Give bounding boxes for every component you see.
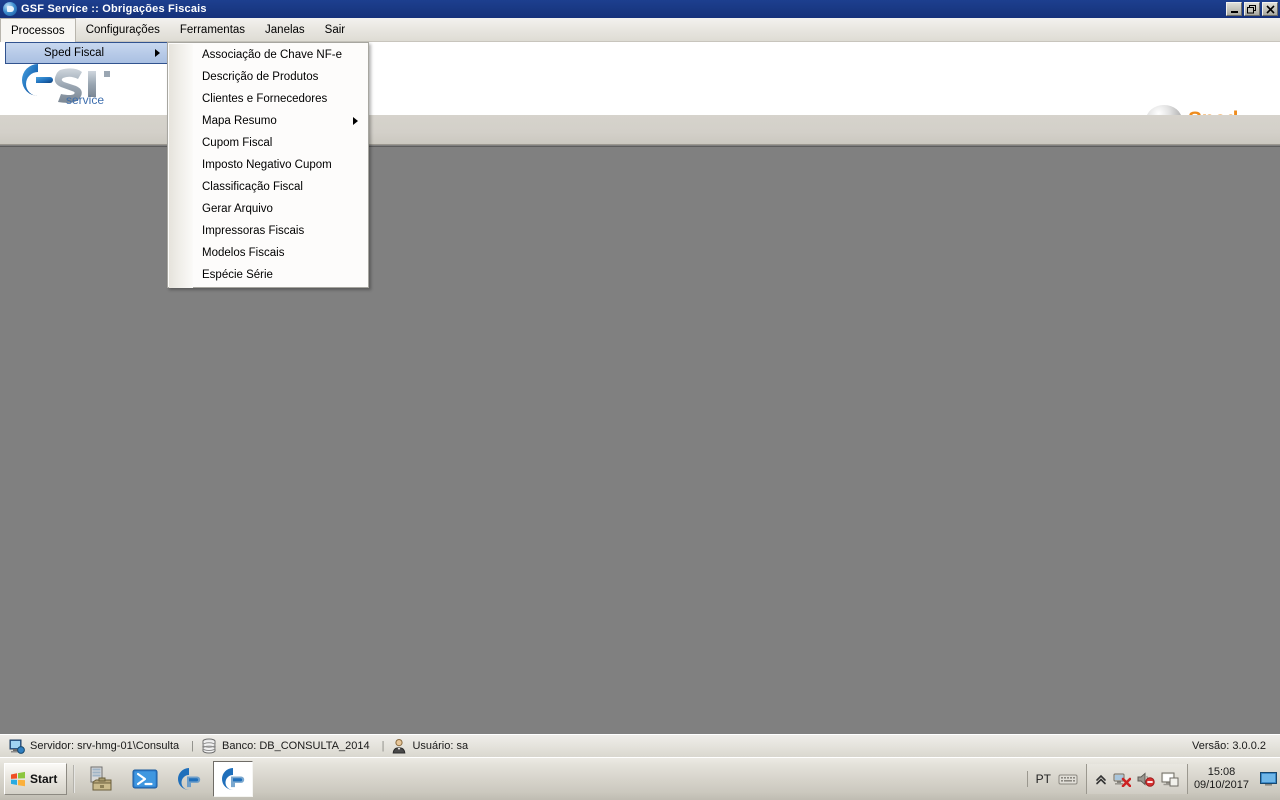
submenu-item-classificacao-fiscal[interactable]: Classificação Fiscal bbox=[168, 176, 368, 198]
display-icon[interactable] bbox=[1161, 771, 1179, 787]
language-indicator: PT bbox=[1035, 772, 1051, 786]
submenu-item-impressoras-fiscais[interactable]: Impressoras Fiscais bbox=[168, 220, 368, 242]
svg-text:service: service bbox=[66, 93, 104, 106]
submenu-item-cupom-fiscal[interactable]: Cupom Fiscal bbox=[168, 132, 368, 154]
submenu-item-descricao-produtos[interactable]: Descrição de Produtos bbox=[168, 66, 368, 88]
taskbar-clock[interactable]: 15:08 09/10/2017 bbox=[1188, 766, 1258, 792]
submenu-item-label: Modelos Fiscais bbox=[202, 247, 285, 259]
server-toolbox-icon bbox=[90, 766, 112, 791]
menu-configuracoes-label: Configurações bbox=[85, 23, 160, 36]
start-button[interactable]: Start bbox=[4, 763, 68, 795]
clock-date: 09/10/2017 bbox=[1193, 779, 1249, 791]
menu-sair-label: Sair bbox=[324, 23, 346, 36]
submenu-item-label: Impressoras Fiscais bbox=[202, 225, 305, 237]
title-bar: GSF Service :: Obrigações Fiscais bbox=[0, 0, 1280, 18]
show-hidden-icons-chevron[interactable] bbox=[1095, 771, 1107, 787]
status-database-group: Banco: DB_CONSULTA_2014 | bbox=[201, 738, 391, 754]
submenu-item-label: Classificação Fiscal bbox=[202, 181, 303, 193]
menu-bar: Processos Configurações Ferramentas Jane… bbox=[0, 18, 1280, 42]
submenu-item-clientes-fornecedores[interactable]: Clientes e Fornecedores bbox=[168, 88, 368, 110]
submenu-item-label: Imposto Negativo Cupom bbox=[202, 159, 332, 171]
status-server-group: Servidor: srv-hmg-01\Consulta | bbox=[0, 738, 201, 754]
status-server-text: Servidor: srv-hmg-01\Consulta bbox=[30, 740, 180, 752]
windows-flag-icon bbox=[11, 771, 25, 787]
taskbar-item-gsf-app-active[interactable] bbox=[213, 761, 254, 797]
menu-sair[interactable]: Sair bbox=[315, 18, 355, 41]
submenu-item-gerar-arquivo[interactable]: Gerar Arquivo bbox=[168, 198, 368, 220]
show-desktop-icon bbox=[1259, 772, 1277, 786]
status-database-text: Banco: DB_CONSULTA_2014 bbox=[222, 740, 370, 752]
sped-fiscal-submenu: Associação de Chave NF-e Descrição de Pr… bbox=[167, 42, 369, 288]
dropdown-item-sped-fiscal[interactable]: Sped Fiscal bbox=[5, 42, 169, 64]
dropdown-item-sped-fiscal-label: Sped Fiscal bbox=[44, 47, 105, 59]
show-desktop-button[interactable] bbox=[1258, 764, 1278, 794]
window-title: GSF Service :: Obrigações Fiscais bbox=[21, 3, 207, 15]
volume-muted-icon[interactable] bbox=[1137, 771, 1155, 787]
submenu-item-label: Associação de Chave NF-e bbox=[202, 49, 342, 61]
clock-time: 15:08 bbox=[1207, 766, 1236, 778]
taskbar-item-gsf-app[interactable] bbox=[169, 761, 209, 797]
server-icon bbox=[9, 739, 25, 754]
status-user-group: Usuário: sa bbox=[391, 738, 468, 754]
chevron-right-icon bbox=[155, 49, 160, 57]
menu-processos[interactable]: Processos bbox=[0, 18, 76, 42]
keyboard-icon bbox=[1058, 774, 1078, 785]
start-button-label: Start bbox=[30, 772, 58, 786]
chevron-right-icon bbox=[353, 117, 358, 125]
taskbar-item-powershell[interactable] bbox=[125, 761, 165, 797]
status-user-text: Usuário: sa bbox=[412, 740, 469, 752]
submenu-item-mapa-resumo[interactable]: Mapa Resumo bbox=[168, 110, 368, 132]
menu-processos-label: Processos bbox=[11, 24, 65, 37]
quick-launch-bar bbox=[81, 761, 254, 797]
submenu-item-label: Espécie Série bbox=[202, 269, 273, 281]
window-controls bbox=[1226, 2, 1278, 16]
restore-button[interactable] bbox=[1244, 2, 1260, 16]
language-bar[interactable]: PT bbox=[1026, 771, 1086, 787]
network-disconnected-icon[interactable] bbox=[1113, 771, 1131, 787]
submenu-item-label: Mapa Resumo bbox=[202, 115, 277, 127]
user-icon bbox=[393, 739, 406, 754]
gsf-logo-icon bbox=[3, 2, 17, 16]
status-separator-1: | bbox=[191, 740, 195, 752]
taskbar: Start PT 15:08 09/10/2017 bbox=[0, 757, 1280, 800]
menu-janelas[interactable]: Janelas bbox=[255, 18, 315, 41]
submenu-item-label: Descrição de Produtos bbox=[202, 71, 319, 83]
menu-janelas-label: Janelas bbox=[265, 23, 305, 36]
tray-icon-group bbox=[1085, 764, 1188, 794]
taskbar-item-server-toolbox[interactable] bbox=[81, 761, 121, 797]
menu-ferramentas[interactable]: Ferramentas bbox=[170, 18, 255, 41]
submenu-item-imposto-negativo-cupom[interactable]: Imposto Negativo Cupom bbox=[168, 154, 368, 176]
submenu-item-label: Clientes e Fornecedores bbox=[202, 93, 328, 105]
submenu-item-especie-serie[interactable]: Espécie Série bbox=[168, 264, 368, 286]
database-icon bbox=[202, 738, 216, 754]
gsf-app-icon bbox=[178, 768, 201, 790]
status-bar: Servidor: srv-hmg-01\Consulta | Banco: D… bbox=[0, 734, 1280, 757]
status-version-text: Versão: 3.0.0.2 bbox=[1192, 740, 1266, 752]
submenu-item-label: Cupom Fiscal bbox=[202, 137, 273, 149]
processos-dropdown-menu: Sped Fiscal bbox=[5, 42, 169, 64]
close-button[interactable] bbox=[1262, 2, 1278, 16]
menu-configuracoes[interactable]: Configurações bbox=[76, 18, 170, 41]
application-window: GSF Service :: Obrigações Fiscais Proces… bbox=[0, 0, 1280, 800]
minimize-button[interactable] bbox=[1226, 2, 1242, 16]
submenu-item-label: Gerar Arquivo bbox=[202, 203, 273, 215]
system-tray: PT 15:08 09/10/2017 bbox=[1026, 758, 1280, 800]
powershell-icon bbox=[132, 769, 158, 789]
submenu-item-associacao-chave-nfe[interactable]: Associação de Chave NF-e bbox=[168, 44, 368, 66]
gsf-app-icon-active bbox=[222, 768, 245, 790]
submenu-items: Associação de Chave NF-e Descrição de Pr… bbox=[168, 44, 368, 286]
menu-ferramentas-label: Ferramentas bbox=[179, 23, 246, 36]
submenu-item-modelos-fiscais[interactable]: Modelos Fiscais bbox=[168, 242, 368, 264]
gsf-service-logo: service bbox=[22, 64, 110, 106]
taskbar-divider bbox=[73, 765, 76, 793]
status-separator-2: | bbox=[381, 740, 385, 752]
